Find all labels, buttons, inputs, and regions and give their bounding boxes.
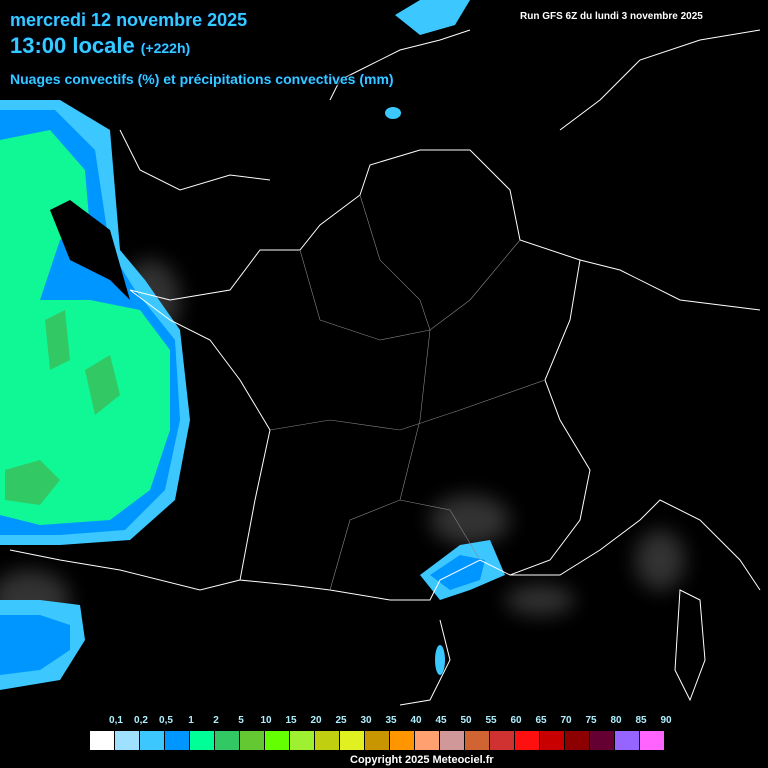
- forecast-step: (+222h): [140, 40, 191, 56]
- legend-color-box: [340, 731, 364, 750]
- forecast-date: mercredi 12 novembre 2025: [10, 10, 248, 30]
- legend-color-box: [215, 731, 239, 750]
- legend-color-box: [115, 731, 139, 750]
- legend-color-box: [165, 731, 189, 750]
- legend-label: 10: [260, 715, 272, 726]
- legend-color-box: [540, 731, 564, 750]
- legend-color-box: [515, 731, 539, 750]
- legend-label: 90: [660, 715, 672, 726]
- legend-label: 50: [460, 715, 472, 726]
- legend-color-box: [640, 731, 664, 750]
- forecast-map-view: mercredi 12 novembre 2025 13:00 locale (+…: [0, 0, 768, 768]
- legend-label: 30: [360, 715, 372, 726]
- map-parameter-title: Nuages convectifs (%) et précipitations …: [10, 71, 394, 87]
- legend-label: 60: [510, 715, 522, 726]
- legend-label: 5: [238, 715, 244, 726]
- copyright: Copyright 2025 Meteociel.fr: [350, 754, 494, 766]
- legend-color-box: [140, 731, 164, 750]
- legend-color-box: [315, 731, 339, 750]
- legend-color-box: [390, 731, 414, 750]
- color-legend: [90, 731, 665, 750]
- local-time: 13:00 locale: [10, 33, 135, 58]
- legend-label: 45: [435, 715, 447, 726]
- legend-color-box: [440, 731, 464, 750]
- legend-color-box: [490, 731, 514, 750]
- legend-label: 55: [485, 715, 497, 726]
- legend-color-box: [565, 731, 589, 750]
- legend-color-box: [290, 731, 314, 750]
- legend-color-box: [415, 731, 439, 750]
- legend-color-box: [90, 731, 114, 750]
- legend-color-box: [590, 731, 614, 750]
- model-run-info: Run GFS 6Z du lundi 3 novembre 2025: [520, 11, 703, 22]
- map-canvas: [0, 0, 761, 706]
- legend-color-box: [465, 731, 489, 750]
- forecast-time: 13:00 locale (+222h): [10, 33, 190, 59]
- legend-color-box: [615, 731, 639, 750]
- legend-label: 65: [535, 715, 547, 726]
- legend-label: 75: [585, 715, 597, 726]
- legend-label: 20: [310, 715, 322, 726]
- legend-label: 85: [635, 715, 647, 726]
- legend-label: 2: [213, 715, 219, 726]
- legend-color-box: [190, 731, 214, 750]
- precipitation-layer: [0, 0, 505, 690]
- legend-label: 0,5: [159, 715, 173, 726]
- legend-label: 25: [335, 715, 347, 726]
- legend-labels: 0,1 0,2 0,5 1 2 5 10 15 20 25 30 35 40 45 50 55 60 65 70 75…: [90, 715, 672, 729]
- legend-color-box: [240, 731, 264, 750]
- legend-label: 1: [188, 715, 194, 726]
- legend-label: 80: [610, 715, 622, 726]
- legend-label: 15: [285, 715, 297, 726]
- legend-color-box: [265, 731, 289, 750]
- legend-label: 40: [410, 715, 422, 726]
- legend-label: 0,1: [109, 715, 123, 726]
- legend-color-box: [365, 731, 389, 750]
- legend-label: 70: [560, 715, 572, 726]
- legend-label: 0,2: [134, 715, 148, 726]
- legend-label: 35: [385, 715, 397, 726]
